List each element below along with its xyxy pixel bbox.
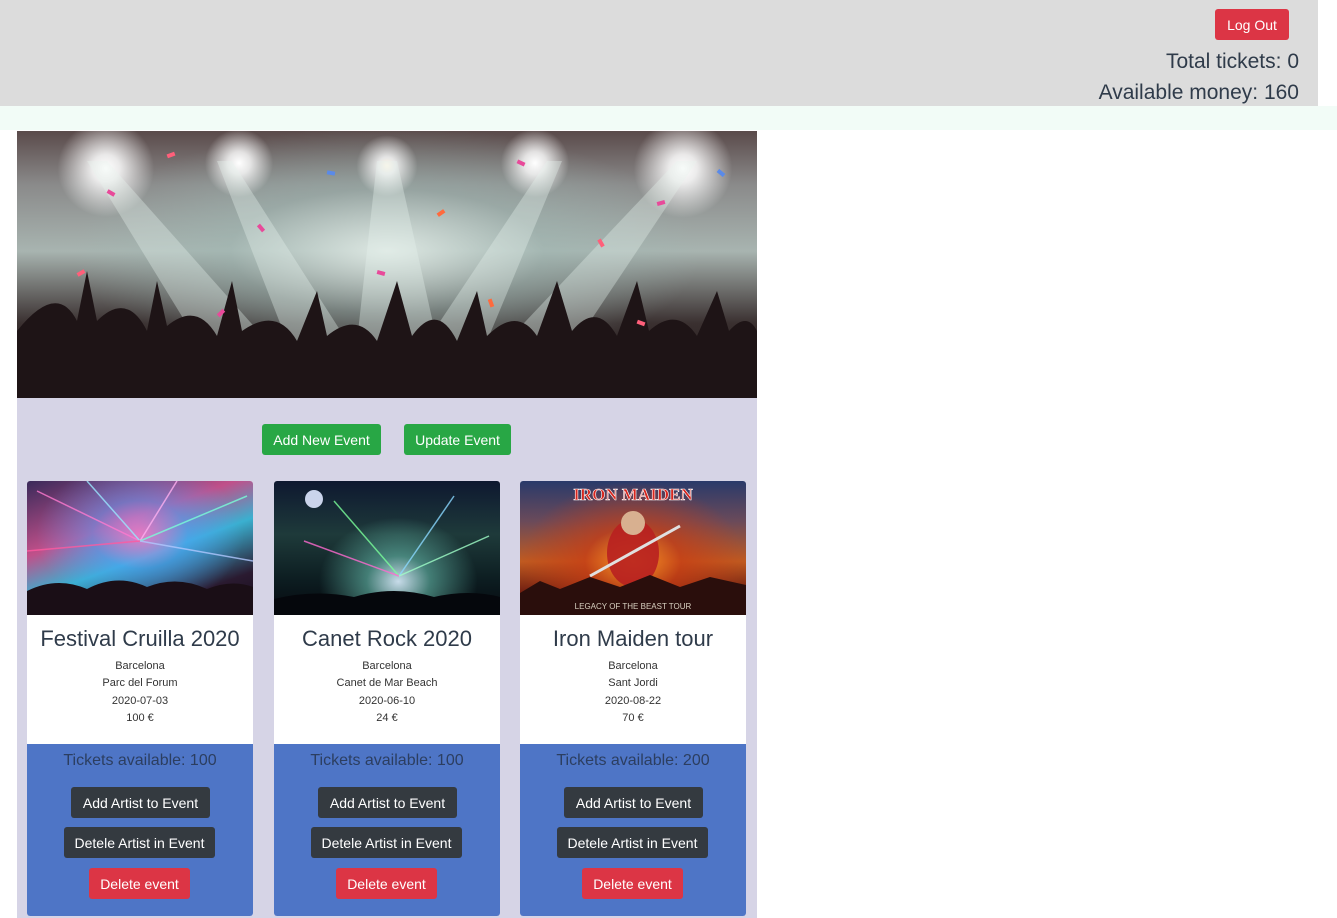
event-title: Festival Cruilla 2020 (40, 626, 240, 651)
tickets-available-text: Tickets available: 100 (310, 752, 464, 769)
poster-tour-text: LEGACY OF THE BEAST TOUR (575, 602, 692, 611)
event-date: 2020-08-22 (604, 695, 662, 707)
tickets-available-text: Tickets available: 200 (556, 752, 710, 769)
event-card: Canet Rock 2020 Barcelona Canet de Mar B… (274, 481, 500, 916)
delete-artist-button[interactable]: Detele Artist in Event (64, 827, 215, 858)
add-new-event-button[interactable]: Add New Event (262, 424, 381, 455)
delete-event-button[interactable]: Delete event (336, 868, 437, 899)
event-venue: Canet de Mar Beach (336, 677, 438, 689)
event-card-footer: Tickets available: 200 Add Artist to Eve… (520, 744, 746, 916)
event-title: Canet Rock 2020 (302, 626, 472, 651)
delete-event-button[interactable]: Delete event (89, 868, 190, 899)
delete-artist-button[interactable]: Detele Artist in Event (311, 827, 462, 858)
available-money-text: Available money: 160 (1098, 81, 1299, 104)
event-city: Barcelona (608, 660, 658, 672)
event-price: 24 € (376, 712, 398, 724)
tickets-available-text: Tickets available: 100 (63, 752, 217, 769)
iron-maiden-poster-image: IRON MAIDEN LEGACY OF THE BEAST TOUR (520, 481, 746, 615)
delete-artist-button[interactable]: Detele Artist in Event (557, 827, 708, 858)
total-tickets-text: Total tickets: 0 (1165, 50, 1299, 73)
event-venue: Sant Jordi (608, 677, 658, 689)
top-bar: Log Out Total tickets: 0 Available money… (0, 0, 1318, 106)
delete-event-button[interactable]: Delete event (582, 868, 683, 899)
event-date: 2020-06-10 (358, 695, 416, 707)
event-city: Barcelona (115, 660, 165, 672)
event-card: IRON MAIDEN LEGACY OF THE BEAST TOUR Iro… (520, 481, 746, 916)
event-card-footer: Tickets available: 100 Add Artist to Eve… (27, 744, 253, 916)
logout-button[interactable]: Log Out (1215, 9, 1289, 40)
update-event-button[interactable]: Update Event (404, 424, 511, 455)
festival-image (274, 481, 500, 615)
add-artist-button[interactable]: Add Artist to Event (71, 787, 210, 818)
event-price: 100 € (126, 712, 154, 724)
add-artist-button[interactable]: Add Artist to Event (564, 787, 703, 818)
festival-image (27, 481, 253, 615)
event-city: Barcelona (362, 660, 412, 672)
event-card: Festival Cruilla 2020 Barcelona Parc del… (27, 481, 253, 916)
header-divider (0, 106, 1337, 130)
poster-band-text: IRON MAIDEN (573, 485, 693, 504)
event-title: Iron Maiden tour (552, 626, 714, 651)
event-price: 70 € (622, 712, 644, 724)
event-date: 2020-07-03 (111, 695, 169, 707)
event-card-footer: Tickets available: 100 Add Artist to Eve… (274, 744, 500, 916)
add-artist-button[interactable]: Add Artist to Event (318, 787, 457, 818)
event-venue: Parc del Forum (102, 677, 178, 689)
events-panel: Add New Event Update Event Festival Crui… (17, 131, 757, 918)
concert-hero-image (17, 131, 757, 398)
